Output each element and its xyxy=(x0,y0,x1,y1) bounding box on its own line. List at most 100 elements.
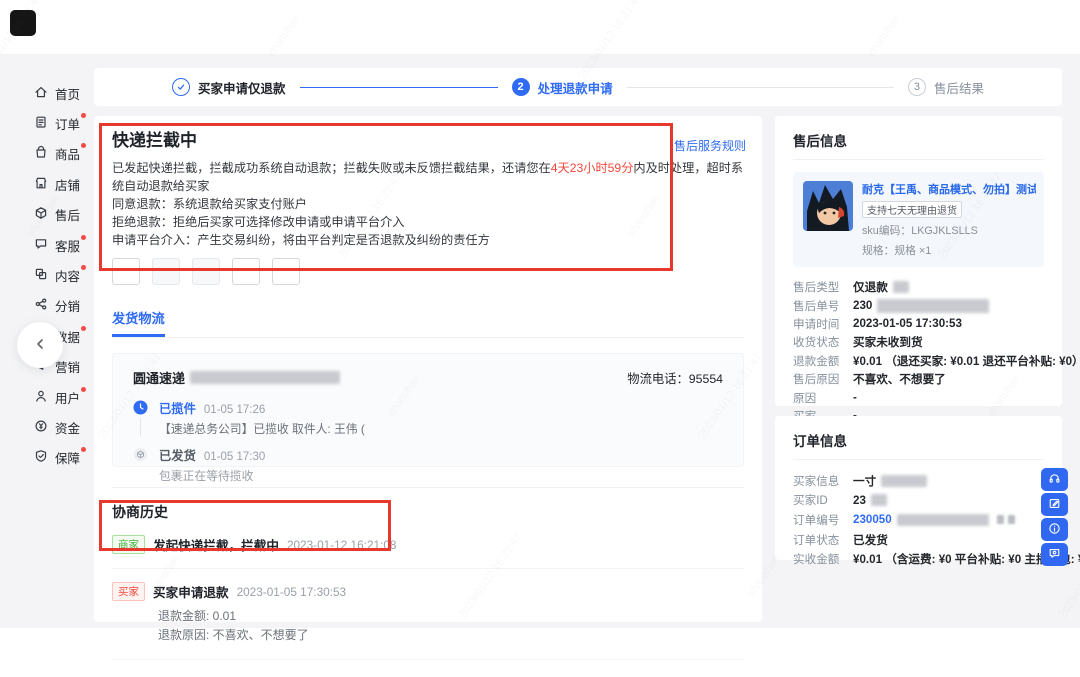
info-row: 原因 - xyxy=(793,388,1044,406)
notification-dot xyxy=(81,387,86,392)
notification-dot xyxy=(81,326,86,331)
aftersale-rules-link[interactable]: 售后服务规则 xyxy=(674,137,746,154)
screen-corner-square xyxy=(10,10,36,36)
product-sku: sku编码：LKGJKLSLLS xyxy=(862,222,1036,238)
tab-shipping-logistics[interactable]: 发货物流 xyxy=(112,308,165,337)
sidebar-item-shop[interactable]: 店铺 xyxy=(34,169,92,199)
notification-dot xyxy=(81,143,86,148)
logistics-box: 圆通速递 物流电话：95554 已揽件01-05 17:26 【速递总务公司】已… xyxy=(112,353,744,467)
stepper-connector xyxy=(627,87,894,88)
sidebar-item-orders[interactable]: 订单 xyxy=(34,108,92,138)
info-row: 售后原因 不喜欢、不想要了 xyxy=(793,370,1044,388)
order-icon xyxy=(34,115,48,132)
sidebar-item-home[interactable]: 首页 xyxy=(34,78,92,108)
sidebar-item-service[interactable]: 客服 xyxy=(34,230,92,260)
sidebar-item-content[interactable]: 内容 xyxy=(34,260,92,290)
history-title: 协商历史 xyxy=(112,502,744,522)
info-row: 订单编号 230050 xyxy=(793,510,1044,530)
history-entry-buyer: 买家 买家申请退款 2023-01-05 17:30:53 退款金额: 0.01… xyxy=(112,569,744,660)
redacted-text xyxy=(893,281,909,293)
chat-icon xyxy=(1048,547,1061,563)
clock-icon xyxy=(133,400,148,415)
logistics-timeline: 已揽件01-05 17:26 【速递总务公司】已揽收 取件人: 王伟 ( 已发货… xyxy=(133,399,723,484)
agree-refund-button[interactable] xyxy=(112,258,140,285)
notification-dot xyxy=(81,235,86,240)
info-row: 售后类型 仅退款 xyxy=(793,278,1044,296)
home-icon xyxy=(34,85,48,102)
share-icon xyxy=(34,297,48,314)
intercept-express-button[interactable] xyxy=(152,258,180,285)
info-icon xyxy=(1048,522,1061,538)
step-process-refund: 2 处理退款申请 xyxy=(512,78,613,97)
info-row: 订单状态 已发货 xyxy=(793,530,1044,550)
info-button[interactable] xyxy=(1041,518,1068,541)
package-icon xyxy=(133,447,148,462)
message-button[interactable] xyxy=(1041,543,1068,566)
content-icon xyxy=(34,267,48,284)
stepper-connector xyxy=(300,87,498,88)
sidebar-item-users[interactable]: 用户 xyxy=(34,382,92,412)
return-policy-tag: 支持七天无理由退货 xyxy=(862,201,962,218)
redacted-text xyxy=(871,494,887,506)
view-order-button[interactable] xyxy=(272,258,300,285)
carrier-name: 圆通速递 xyxy=(133,368,185,387)
check-icon xyxy=(172,78,190,96)
redacted-text xyxy=(881,475,927,487)
headset-icon xyxy=(1048,472,1061,488)
product-name-link[interactable]: 耐克【王禹、商品模式、勿拍】测试商品 xyxy=(862,181,1036,197)
timeline-event-shipped: 已发货01-05 17:30 包裹正在等待揽收 xyxy=(133,446,723,484)
shop-icon xyxy=(34,176,48,193)
product-image xyxy=(803,181,853,231)
service-headset-button[interactable] xyxy=(1041,468,1068,491)
sidebar: 首页 订单 商品 店铺 售后 客服 内容 xyxy=(34,78,92,473)
notification-dot xyxy=(81,113,86,118)
order-info-title: 订单信息 xyxy=(793,430,1044,460)
info-row: 买家信息 一寸 xyxy=(793,471,1044,491)
timeline-event-picked-up: 已揽件01-05 17:26 【速递总务公司】已揽收 取件人: 王伟 ( xyxy=(133,399,723,437)
sidebar-item-products[interactable]: 商品 xyxy=(34,139,92,169)
aftersale-icon xyxy=(34,206,48,223)
redacted-text xyxy=(897,514,989,526)
redacted-text xyxy=(877,299,989,313)
merchant-tag: 商家 xyxy=(112,535,145,554)
order-info-card: 订单信息 买家信息 一寸 买家ID 23 订单编号 230050 xyxy=(775,416,1062,560)
sidebar-item-protection[interactable]: 保障 xyxy=(34,443,92,473)
sidebar-item-funds[interactable]: 资金 xyxy=(34,412,92,442)
funds-icon xyxy=(34,419,48,436)
step-number: 2 xyxy=(512,78,530,96)
service-icon xyxy=(34,237,48,254)
reject-refund-button[interactable] xyxy=(192,258,220,285)
action-buttons xyxy=(112,258,744,285)
order-fields: 买家信息 一寸 买家ID 23 订单编号 230050 订单状态 xyxy=(793,471,1044,569)
info-row: 退款金额 ¥0.01 （退还买家: ¥0.01 退还平台补贴: ¥0） xyxy=(793,352,1044,370)
step-buyer-applied: 买家申请仅退款 xyxy=(172,78,286,97)
float-toolbar xyxy=(1041,468,1068,566)
negotiation-history: 协商历史 商家 发起快递拦截，拦截中 2023-01-12 16:21:08 买… xyxy=(112,487,744,660)
chevron-left-icon xyxy=(33,337,47,354)
sidebar-collapse-handle[interactable] xyxy=(17,322,63,368)
info-row: 实收金额 ¥0.01 （含运费: ¥0 平台补贴: ¥0 主播红包: ¥0） xyxy=(793,549,1044,569)
aftersale-info-card: 售后信息 耐克【王禹、商品模式、勿拍】测试商品 支持七天无理由退货 sku编码：… xyxy=(775,116,1062,406)
notification-dot xyxy=(81,447,86,452)
countdown-text: 4天23小时59分 xyxy=(551,161,634,175)
sidebar-item-aftersale[interactable]: 售后 xyxy=(34,200,92,230)
aftersale-info-title: 售后信息 xyxy=(793,130,1044,160)
platform-intervention-button[interactable] xyxy=(232,258,260,285)
refund-stepper: 买家申请仅退款 2 处理退款申请 3 售后结果 xyxy=(94,68,1062,106)
history-entry-merchant: 商家 发起快递拦截，拦截中 2023-01-12 16:21:08 xyxy=(112,522,744,569)
step-number: 3 xyxy=(908,78,926,96)
logistics-tab-bar: 发货物流 xyxy=(112,308,744,338)
info-row: 收货状态 买家未收到货 xyxy=(793,333,1044,351)
status-description: 已发起快递拦截，拦截成功系统自动退款；拦截失败或未反馈拦截结果，还请您在4天23… xyxy=(112,159,744,249)
shield-icon xyxy=(34,449,48,466)
notification-dot xyxy=(81,265,86,270)
buyer-tag: 买家 xyxy=(112,582,145,601)
product-box: 耐克【王禹、商品模式、勿拍】测试商品 支持七天无理由退货 sku编码：LKGJK… xyxy=(793,172,1044,267)
step-aftersale-result: 3 售后结果 xyxy=(908,78,984,97)
product-spec: 规格：规格 ×1 xyxy=(862,242,1036,258)
sidebar-item-distribution[interactable]: 分销 xyxy=(34,291,92,321)
logistics-phone: 物流电话：95554 xyxy=(627,369,723,387)
feedback-form-button[interactable] xyxy=(1041,493,1068,516)
info-row: 售后单号 230 xyxy=(793,296,1044,314)
user-icon xyxy=(34,389,48,406)
